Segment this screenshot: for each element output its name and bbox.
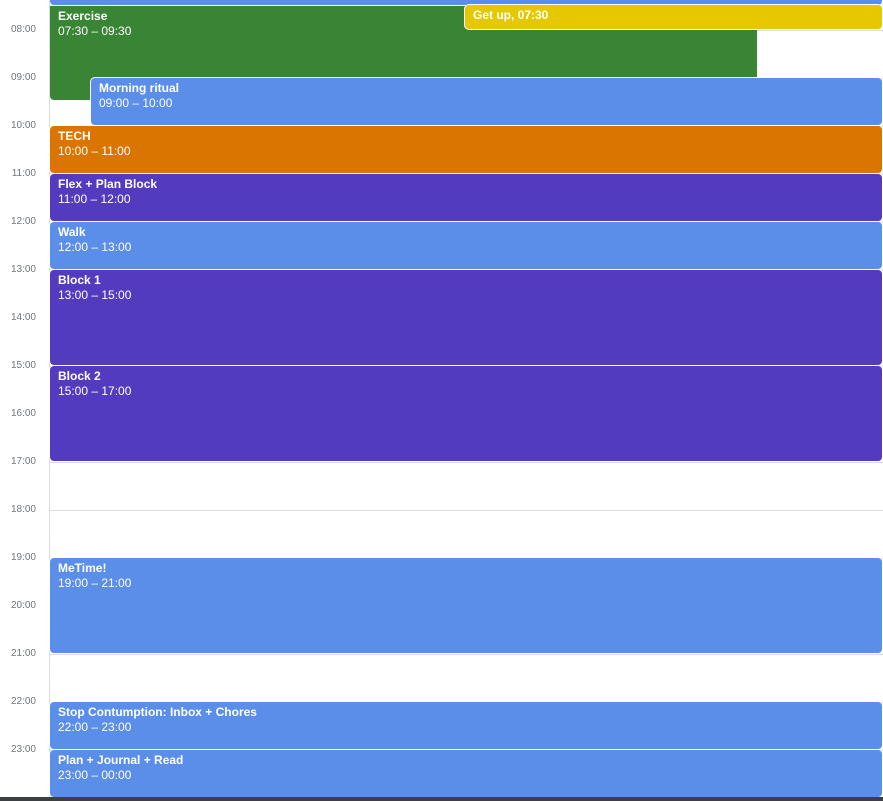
event-title: Morning ritual bbox=[99, 81, 179, 95]
event-title: Plan + Journal + Read bbox=[58, 753, 184, 767]
hour-label: 21:00 bbox=[10, 648, 36, 659]
hour-label: 11:00 bbox=[11, 168, 36, 179]
event-time: 13:00 – 15:00 bbox=[58, 288, 132, 302]
event-title: Stop Contumption: Inbox + Chores bbox=[58, 705, 257, 719]
event-time: 09:00 – 10:00 bbox=[99, 96, 173, 110]
event-time: 22:00 – 23:00 bbox=[58, 720, 132, 734]
event-morning-ritual[interactable]: Morning ritual 09:00 – 10:00 bbox=[91, 78, 882, 125]
hour-label: 09:00 bbox=[10, 72, 36, 83]
hour-label: 12:00 bbox=[10, 216, 36, 227]
event-title: MeTime! bbox=[58, 561, 107, 575]
event-time: 19:00 – 21:00 bbox=[58, 576, 132, 590]
hour-label: 20:00 bbox=[10, 600, 36, 611]
hour-label: 14:00 bbox=[10, 312, 36, 323]
event-block-2[interactable]: Block 2 15:00 – 17:00 bbox=[50, 366, 882, 461]
hour-label: 17:00 bbox=[10, 456, 36, 467]
event-block-1[interactable]: Block 1 13:00 – 15:00 bbox=[50, 270, 882, 365]
hour-gridline bbox=[50, 654, 883, 655]
hour-label: 13:00 bbox=[10, 264, 36, 275]
event-title: Block 2 bbox=[58, 369, 101, 383]
event-tech[interactable]: TECH 10:00 – 11:00 bbox=[50, 126, 882, 173]
event-stop-contumption[interactable]: Stop Contumption: Inbox + Chores 22:00 –… bbox=[50, 702, 882, 749]
event-time: 23:00 – 00:00 bbox=[58, 768, 132, 782]
event-title: Get up, 07:30 bbox=[473, 8, 549, 22]
event-time: 15:00 – 17:00 bbox=[58, 384, 132, 398]
event-title: Block 1 bbox=[58, 273, 101, 287]
event-flex-plan-block[interactable]: Flex + Plan Block 11:00 – 12:00 bbox=[50, 174, 882, 221]
event-title: Flex + Plan Block bbox=[58, 177, 158, 191]
time-gutter: 08:00 09:00 10:00 11:00 12:00 13:00 14:0… bbox=[0, 0, 50, 801]
hour-gridline bbox=[50, 510, 883, 511]
hour-label: 10:00 bbox=[10, 120, 36, 131]
hour-label: 18:00 bbox=[10, 504, 36, 515]
hour-label: 16:00 bbox=[10, 408, 36, 419]
event-get-up[interactable]: Get up, 07:30 bbox=[465, 5, 882, 29]
bottom-edge bbox=[0, 797, 883, 801]
event-title: TECH bbox=[58, 129, 91, 143]
event-time: 12:00 – 13:00 bbox=[58, 240, 132, 254]
event-time: 10:00 – 11:00 bbox=[58, 144, 131, 158]
hour-label: 15:00 bbox=[10, 360, 36, 371]
hour-label: 19:00 bbox=[10, 552, 36, 563]
event-plan-journal-read[interactable]: Plan + Journal + Read 23:00 – 00:00 bbox=[50, 750, 882, 797]
hour-label: 23:00 bbox=[10, 744, 36, 755]
event-walk[interactable]: Walk 12:00 – 13:00 bbox=[50, 222, 882, 269]
hour-label: 22:00 bbox=[10, 696, 36, 707]
hour-gridline bbox=[50, 462, 883, 463]
calendar-day-view: 08:00 09:00 10:00 11:00 12:00 13:00 14:0… bbox=[0, 0, 883, 801]
hour-label: 08:00 bbox=[10, 24, 36, 35]
event-time: 11:00 – 12:00 bbox=[58, 192, 131, 206]
event-title: Walk bbox=[58, 225, 86, 239]
event-metime[interactable]: MeTime! 19:00 – 21:00 bbox=[50, 558, 882, 653]
